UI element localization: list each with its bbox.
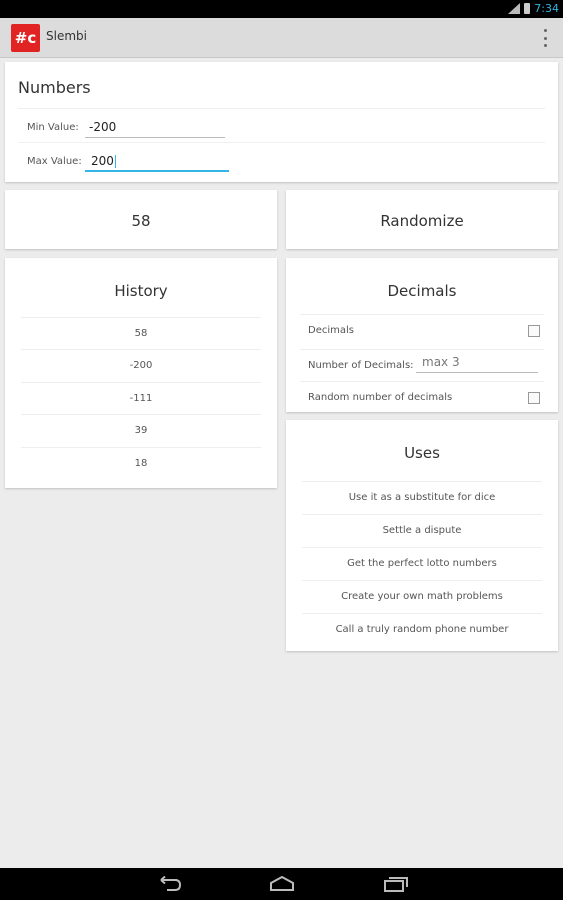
randomize-button[interactable]: Randomize — [286, 190, 558, 249]
random-decimals-checkbox[interactable] — [528, 392, 540, 404]
decimals-label: Decimals — [308, 325, 354, 336]
signal-icon — [508, 3, 521, 14]
uses-item[interactable]: Get the perfect lotto numbers — [302, 547, 542, 579]
home-icon[interactable] — [268, 876, 296, 892]
divider — [18, 142, 545, 143]
number-of-decimals-input[interactable]: max 3 — [422, 355, 460, 369]
result-value: 58 — [131, 212, 151, 230]
back-icon[interactable] — [155, 876, 183, 892]
numbers-card: Numbers Min Value: -200 Max Value: 200 — [5, 62, 558, 182]
decimals-option-row[interactable]: Decimals — [300, 314, 544, 346]
decimals-card: Decimals Decimals Number of Decimals: ma… — [286, 258, 558, 412]
navigation-bar — [0, 868, 563, 900]
recent-apps-icon[interactable] — [382, 876, 410, 892]
status-icons: 7:34 — [508, 2, 559, 15]
uses-item[interactable]: Use it as a substitute for dice — [302, 481, 542, 513]
uses-item[interactable]: Call a truly random phone number — [302, 613, 542, 645]
status-bar: 7:34 — [0, 0, 563, 18]
app-title: Slembi — [46, 29, 87, 43]
max-value-underline — [85, 170, 229, 172]
number-of-decimals-underline — [416, 372, 538, 373]
history-card: History 58 -200 -111 39 18 — [5, 258, 277, 488]
uses-card: Uses Use it as a substitute for dice Set… — [286, 420, 558, 651]
numbers-title: Numbers — [18, 78, 91, 97]
app-logo[interactable]: #c — [11, 24, 40, 52]
text-cursor — [114, 155, 116, 168]
uses-item[interactable]: Create your own math problems — [302, 580, 542, 612]
random-decimals-label: Random number of decimals — [308, 392, 453, 403]
uses-title: Uses — [404, 444, 440, 462]
uses-item[interactable]: Settle a dispute — [302, 514, 542, 546]
min-value-underline — [85, 137, 225, 138]
action-bar: #c Slembi — [0, 18, 563, 58]
result-card: 58 — [5, 190, 277, 249]
number-of-decimals-row: Number of Decimals: max 3 — [300, 349, 544, 381]
divider — [18, 108, 545, 109]
clock-time: 7:34 — [534, 2, 559, 15]
history-title: History — [114, 282, 168, 300]
min-value-input[interactable]: -200 — [85, 120, 116, 134]
history-item: 39 — [21, 414, 261, 446]
randomize-label: Randomize — [380, 212, 464, 230]
decimals-checkbox[interactable] — [528, 325, 540, 337]
max-value-text: 200 — [91, 154, 114, 168]
min-value-label: Min Value: — [27, 122, 79, 133]
battery-icon — [524, 3, 531, 14]
decimals-title: Decimals — [387, 282, 457, 300]
random-decimals-row[interactable]: Random number of decimals — [300, 381, 544, 413]
history-item: -111 — [21, 382, 261, 414]
history-item: 58 — [21, 317, 261, 349]
history-item: 18 — [21, 447, 261, 479]
max-value-input[interactable]: 200 — [87, 154, 116, 168]
history-item: -200 — [21, 349, 261, 381]
max-value-label: Max Value: — [27, 156, 82, 167]
number-of-decimals-label: Number of Decimals: — [308, 360, 414, 371]
overflow-menu-icon[interactable] — [541, 29, 549, 47]
